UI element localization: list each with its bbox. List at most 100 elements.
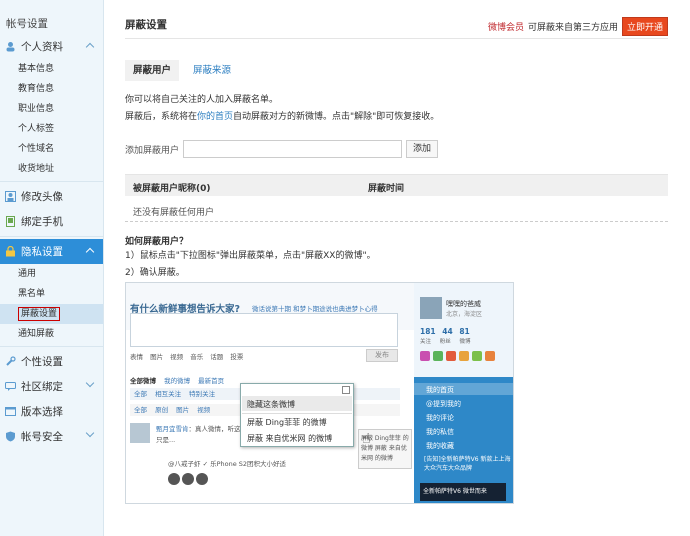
sidebar-item-block-settings[interactable]: 屏蔽设置	[0, 304, 103, 324]
portrait-icon	[4, 191, 16, 203]
add-block-user-label: 添加屏蔽用户	[125, 145, 180, 156]
blocked-users-table-header: 被屏蔽用户昵称(0) 屏蔽时间	[125, 174, 668, 196]
chevron-down-icon	[85, 378, 95, 388]
app-icon	[433, 351, 443, 361]
description-line2: 屏蔽后，系统将在你的首页自动屏蔽对方的新微博。点击"解除"即可恢复接收。	[125, 109, 439, 122]
demo-thumb	[196, 473, 208, 485]
demo-ad-banner: 全新帕萨特V6 微世而来	[420, 483, 506, 501]
sidebar-item-education[interactable]: 教育信息	[0, 79, 103, 99]
sidebar-group-version[interactable]: 版本选择	[0, 399, 103, 424]
sidebar-group-security[interactable]: 帐号安全	[0, 424, 103, 449]
column-header-nickname: 被屏蔽用户昵称(0)	[133, 184, 211, 194]
home-link[interactable]: 你的首页	[197, 112, 233, 122]
sidebar: 帐号设置 个人资料 基本信息 教育信息 职业信息 个人标签 个性域名 收货地址 …	[0, 0, 104, 536]
sidebar-group-personalize[interactable]: 个性设置	[0, 349, 103, 374]
demo-nav-link: 我的私信	[426, 428, 454, 436]
phone-icon	[4, 216, 16, 228]
demo-feed-tab-rest: 我的微博 最新首页	[164, 377, 225, 385]
chevron-up-icon	[85, 247, 95, 257]
demo-profile-stats: 181 44 81	[420, 327, 470, 336]
divider	[0, 346, 103, 347]
sidebar-title: 帐号设置	[6, 18, 48, 30]
sidebar-group-avatar[interactable]: 修改头像	[0, 184, 103, 209]
hand-cursor-icon: ☝	[362, 431, 371, 447]
empty-state: 还没有屏蔽任何用户	[133, 208, 215, 218]
howto-step-1: 1）鼠标点击"下拉图标"弹出屏蔽菜单，点击"屏蔽XX的微博"。	[125, 251, 376, 261]
main-panel: 屏蔽设置 微博会员 可屏蔽来自第三方应用 立即开通 屏蔽用户 屏蔽来源 你可以将…	[104, 0, 690, 536]
demo-thumb	[168, 473, 180, 485]
tab-block-users[interactable]: 屏蔽用户	[125, 60, 180, 81]
sidebar-group-label: 隐私设置	[21, 246, 63, 258]
sidebar-group-label: 修改头像	[21, 191, 63, 203]
app-icon	[485, 351, 495, 361]
description-line1: 你可以将自己关注的人加入屏蔽名单。	[125, 95, 279, 105]
divider	[0, 236, 103, 237]
sidebar-item-label: 屏蔽设置	[18, 307, 61, 321]
sidebar-item-career[interactable]: 职业信息	[0, 99, 103, 119]
open-vip-button[interactable]: 立即开通	[621, 17, 668, 36]
window-icon	[4, 406, 16, 418]
sidebar-group-profile[interactable]: 个人资料	[0, 34, 103, 59]
divider	[125, 38, 668, 39]
app-icon	[459, 351, 469, 361]
app-icon	[446, 351, 456, 361]
demo-nav-link: 我的收藏	[426, 442, 454, 450]
vip-text: 可屏蔽来自第三方应用	[527, 23, 618, 33]
demo-profile-stats-labels: 关注 粉丝 微博	[420, 339, 471, 345]
vip-link[interactable]: 微博会员	[488, 20, 524, 33]
app-icon	[472, 351, 482, 361]
howto-step-2: 2）确认屏蔽。	[125, 268, 185, 278]
description-text: 屏蔽后，系统将在	[125, 112, 198, 122]
divider	[0, 181, 103, 182]
demo-profile-location: 北京，海淀区	[446, 311, 483, 318]
sidebar-item-blacklist[interactable]: 黑名单	[0, 284, 103, 304]
demo-nav-link: 我的首页	[426, 386, 454, 394]
column-header-time: 屏蔽时间	[368, 184, 405, 194]
sidebar-group-community[interactable]: 社区绑定	[0, 374, 103, 399]
description-text: 自动屏蔽对方的新微博。点击"解除"即可恢复接收。	[233, 112, 440, 122]
demo-block-menu: 隐藏这条微博 屏蔽 Ding菲菲 的微博 屏蔽 来自优米网 的微博	[240, 383, 354, 447]
demo-feed-tabs: 全部微博 我的微博 最新首页	[130, 375, 224, 385]
sidebar-group-label: 个人资料	[21, 41, 63, 53]
sidebar-group-privacy[interactable]: 隐私设置	[0, 239, 103, 264]
close-icon	[342, 386, 350, 394]
sidebar-item-notify-block[interactable]: 通知屏蔽	[0, 324, 103, 344]
sidebar-group-label: 帐号安全	[21, 431, 63, 443]
sidebar-item-basic-info[interactable]: 基本信息	[0, 59, 103, 79]
sidebar-group-phone[interactable]: 绑定手机	[0, 209, 103, 234]
sidebar-item-general[interactable]: 通用	[0, 264, 103, 284]
demo-menu-item: 屏蔽 来自优米网 的微博	[247, 434, 333, 443]
sidebar-item-tags[interactable]: 个人标签	[0, 119, 103, 139]
app-icon	[420, 351, 430, 361]
sidebar-group-label: 绑定手机	[21, 216, 63, 228]
demo-nav-link: 我的评论	[426, 414, 454, 422]
chevron-up-icon	[85, 42, 95, 52]
lock-icon	[4, 246, 16, 258]
demo-post-name: 甄月宜雪肯	[156, 425, 189, 433]
demo-textarea	[130, 313, 398, 347]
sidebar-item-address[interactable]: 收货地址	[0, 159, 103, 179]
demo-thumbnails	[168, 473, 208, 485]
demo-question-hint: 微话说第十期 和梦卜期途说也典进梦卜心得	[252, 305, 378, 313]
demo-post: @八戒子虾 ✓ 乐Phone S2团积大小好适	[168, 460, 287, 468]
divider	[125, 221, 668, 222]
demo-post-button: 发布	[366, 349, 398, 362]
demo-app-icons	[420, 351, 495, 361]
demo-avatar	[130, 423, 150, 443]
demo-profile-name: 嘿嘿的爸威	[446, 300, 481, 308]
add-block-user-input[interactable]	[183, 140, 403, 158]
sidebar-group-label: 个性设置	[21, 356, 63, 368]
add-button[interactable]: 添加	[406, 140, 439, 158]
tab-block-sources[interactable]: 屏蔽来源	[185, 60, 239, 81]
page-title: 屏蔽设置	[125, 19, 167, 31]
demo-right-column: 嘿嘿的爸威 北京，海淀区 181 44 81 关注 粉丝 微博 我的首页 @提到…	[414, 283, 513, 503]
demo-profile-avatar	[420, 297, 442, 319]
demo-menu-item: 屏蔽 Ding菲菲 的微博	[247, 418, 327, 427]
sidebar-item-domain[interactable]: 个性域名	[0, 139, 103, 159]
add-block-user-row: 添加屏蔽用户 添加	[125, 140, 439, 158]
howto-title: 如何屏蔽用户？	[125, 237, 189, 247]
demo-toolbar: 表情 图片 视频 音乐 话题 投票	[130, 353, 244, 361]
chat-icon	[4, 381, 16, 393]
shield-icon	[4, 431, 16, 443]
wrench-icon	[4, 356, 16, 368]
